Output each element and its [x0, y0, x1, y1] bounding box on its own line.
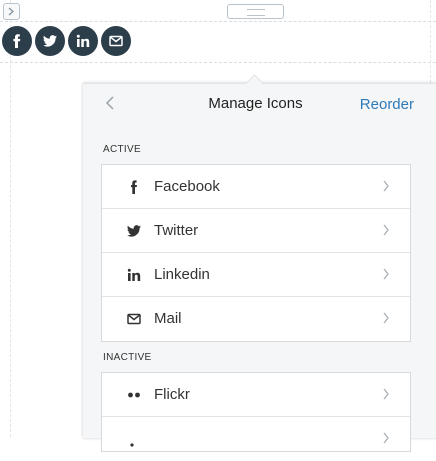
list-item[interactable]: Facebook: [102, 165, 410, 209]
expand-icon[interactable]: [3, 3, 20, 20]
social-icon-bar: [2, 26, 131, 56]
list-item[interactable]: Flickr: [102, 373, 410, 417]
list-item[interactable]: Twitter: [102, 209, 410, 253]
list-item-label: Flickr: [154, 386, 190, 403]
section-label-inactive: INACTIVE: [103, 352, 152, 363]
list-item-label: Twitter: [154, 222, 199, 239]
chevron-right-icon: [382, 223, 390, 237]
chevron-right-icon: [382, 387, 390, 401]
twitter-icon: [126, 223, 142, 239]
chevron-right-icon: [382, 431, 390, 445]
facebook-icon[interactable]: [2, 26, 32, 56]
chevron-right-icon: [382, 179, 390, 193]
mail-icon[interactable]: [101, 26, 131, 56]
inactive-icons-list: Flickr: [101, 372, 411, 452]
list-item[interactable]: [102, 417, 410, 461]
twitter-icon[interactable]: [35, 26, 65, 56]
linkedin-icon: [126, 267, 142, 283]
active-icons-list: Facebook Twitter Linkedin Mail: [101, 164, 411, 342]
list-item-label: Mail: [154, 310, 182, 327]
reorder-button[interactable]: Reorder: [360, 96, 414, 113]
guide-line: [10, 0, 11, 437]
manage-icons-popover: Manage Icons Reorder ACTIVE Facebook Twi…: [83, 74, 436, 452]
flickr-icon: [126, 387, 142, 403]
guide-line: [0, 62, 436, 63]
mail-icon: [126, 311, 142, 327]
list-item[interactable]: Mail: [102, 297, 410, 341]
list-item-label: Facebook: [154, 178, 220, 195]
facebook-icon: [126, 179, 142, 195]
chevron-right-icon: [382, 267, 390, 281]
chevron-right-icon: [382, 311, 390, 325]
unknown-icon: [126, 431, 142, 447]
section-label-active: ACTIVE: [103, 144, 141, 155]
list-item[interactable]: Linkedin: [102, 253, 410, 297]
popover-header: Manage Icons Reorder: [83, 84, 436, 128]
list-item-label: Linkedin: [154, 266, 210, 283]
guide-line: [0, 21, 436, 22]
menu-lines-icon[interactable]: [227, 4, 284, 19]
linkedin-icon[interactable]: [68, 26, 98, 56]
